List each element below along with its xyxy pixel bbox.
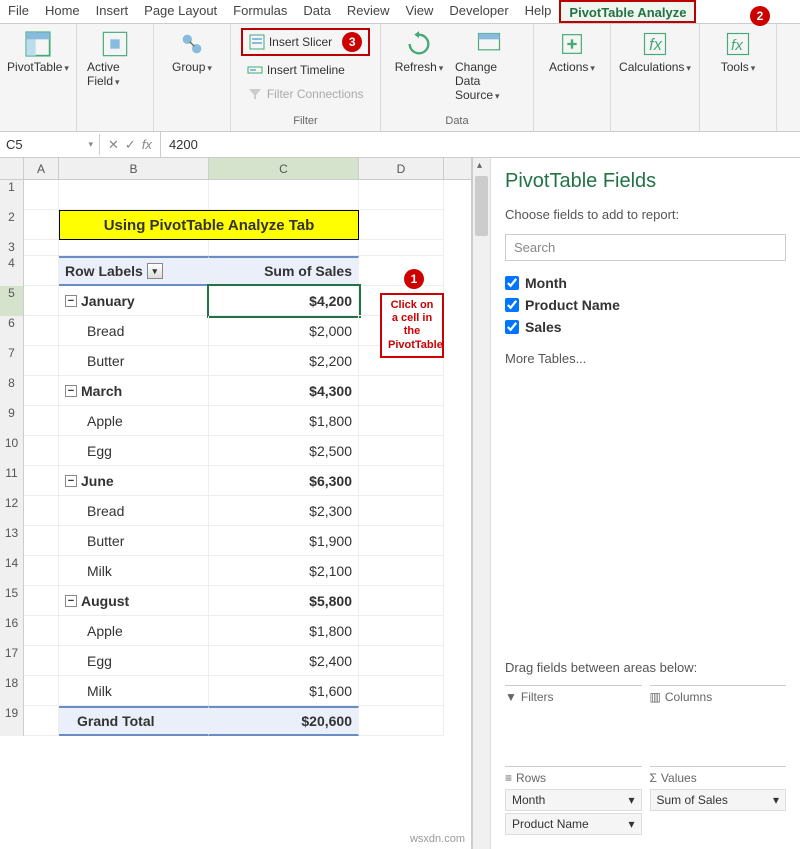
insert-slicer-button[interactable]: Insert Slicer3 bbox=[241, 28, 370, 56]
field-search[interactable]: Search bbox=[505, 234, 786, 261]
badge-2: 2 bbox=[750, 6, 770, 26]
rows-area[interactable]: ≡RowsMonth▾Product Name▾ bbox=[505, 766, 642, 837]
table-row[interactable]: −August bbox=[59, 586, 209, 616]
columns-area[interactable]: ▥Columns bbox=[650, 685, 787, 758]
table-row[interactable]: Bread bbox=[59, 496, 209, 526]
tab-insert[interactable]: Insert bbox=[88, 0, 137, 23]
tools-button[interactable]: fxTools bbox=[708, 28, 768, 76]
group-button[interactable]: Group bbox=[162, 28, 222, 76]
rows-icon: ≡ bbox=[505, 771, 512, 785]
tab-page-layout[interactable]: Page Layout bbox=[136, 0, 225, 23]
header-row-labels[interactable]: Row Labels▾ bbox=[59, 256, 209, 286]
tab-view[interactable]: View bbox=[397, 0, 441, 23]
change-data-source-button[interactable]: Change Data Source bbox=[453, 28, 525, 104]
tab-help[interactable]: Help bbox=[517, 0, 560, 23]
tab-review[interactable]: Review bbox=[339, 0, 398, 23]
table-row[interactable]: Bread bbox=[59, 316, 209, 346]
pivottable-button[interactable]: PivotTable bbox=[8, 28, 68, 76]
cancel-icon[interactable]: ✕ bbox=[108, 137, 119, 153]
area-pill[interactable]: Sum of Sales▾ bbox=[650, 789, 787, 811]
watermark: wsxdn.com bbox=[410, 833, 465, 845]
table-row[interactable]: Egg bbox=[59, 646, 209, 676]
enter-icon[interactable]: ✓ bbox=[125, 137, 136, 153]
table-row[interactable]: Butter bbox=[59, 346, 209, 376]
svg-text:fx: fx bbox=[731, 37, 744, 54]
columns-icon: ▥ bbox=[650, 690, 661, 704]
worksheet[interactable]: A B C D 1 2Using PivotTable Analyze Tab … bbox=[0, 158, 472, 849]
badge-3: 3 bbox=[342, 32, 362, 52]
collapse-icon[interactable]: − bbox=[65, 385, 77, 397]
insert-timeline-button[interactable]: Insert Timeline bbox=[241, 60, 370, 80]
formula-input[interactable]: 4200 bbox=[161, 134, 800, 155]
field-checkbox[interactable]: Product Name bbox=[505, 297, 786, 313]
calculations-button[interactable]: fxCalculations bbox=[619, 28, 691, 76]
tab-formulas[interactable]: Formulas bbox=[225, 0, 295, 23]
fx-icon[interactable]: fx bbox=[142, 137, 152, 152]
filter-dropdown-icon[interactable]: ▾ bbox=[147, 263, 163, 279]
table-row[interactable]: Apple bbox=[59, 616, 209, 646]
formula-bar: C5▾ ✕ ✓ fx 4200 bbox=[0, 132, 800, 158]
table-row[interactable]: Egg bbox=[59, 436, 209, 466]
callout: 1Click on a cell in the PivotTable bbox=[380, 293, 444, 358]
table-row[interactable]: −January bbox=[59, 286, 209, 316]
active-field-button[interactable]: Active Field bbox=[85, 28, 145, 90]
refresh-button[interactable]: Refresh bbox=[389, 28, 449, 104]
sheet-title: Using PivotTable Analyze Tab bbox=[59, 210, 359, 240]
vertical-scrollbar[interactable] bbox=[472, 158, 490, 849]
svg-text:fx: fx bbox=[649, 36, 663, 54]
table-row[interactable]: Milk bbox=[59, 556, 209, 586]
sigma-icon: Σ bbox=[650, 771, 657, 785]
filter-connections-button: Filter Connections bbox=[241, 84, 370, 104]
tab-home[interactable]: Home bbox=[37, 0, 88, 23]
filter-icon: ▼ bbox=[505, 690, 517, 704]
tab-data[interactable]: Data bbox=[295, 0, 338, 23]
more-tables-link[interactable]: More Tables... bbox=[505, 351, 786, 366]
table-row[interactable]: −March bbox=[59, 376, 209, 406]
area-pill[interactable]: Month▾ bbox=[505, 789, 642, 811]
table-row[interactable]: −June bbox=[59, 466, 209, 496]
area-pill[interactable]: Product Name▾ bbox=[505, 813, 642, 835]
ribbon-tabs: FileHomeInsertPage LayoutFormulasDataRev… bbox=[0, 0, 800, 24]
field-checkbox[interactable]: Month bbox=[505, 275, 786, 291]
values-area[interactable]: ΣValuesSum of Sales▾ bbox=[650, 766, 787, 837]
ribbon: PivotTable Active Field Group Insert Sli… bbox=[0, 24, 800, 132]
pane-title: PivotTable Fields bbox=[505, 170, 786, 193]
tab-file[interactable]: File bbox=[0, 0, 37, 23]
field-checkbox[interactable]: Sales bbox=[505, 319, 786, 335]
actions-button[interactable]: Actions bbox=[542, 28, 602, 76]
table-row[interactable]: Milk bbox=[59, 676, 209, 706]
table-row[interactable]: Butter bbox=[59, 526, 209, 556]
tab-developer[interactable]: Developer bbox=[441, 0, 516, 23]
collapse-icon[interactable]: − bbox=[65, 595, 77, 607]
collapse-icon[interactable]: − bbox=[65, 295, 77, 307]
table-row[interactable]: Apple bbox=[59, 406, 209, 436]
tab-pivottable-analyze[interactable]: PivotTable Analyze bbox=[559, 0, 696, 23]
filters-area[interactable]: ▼Filters bbox=[505, 685, 642, 758]
pivottable-fields-pane: PivotTable Fields Choose fields to add t… bbox=[490, 158, 800, 849]
name-box[interactable]: C5▾ bbox=[0, 134, 100, 155]
collapse-icon[interactable]: − bbox=[65, 475, 77, 487]
